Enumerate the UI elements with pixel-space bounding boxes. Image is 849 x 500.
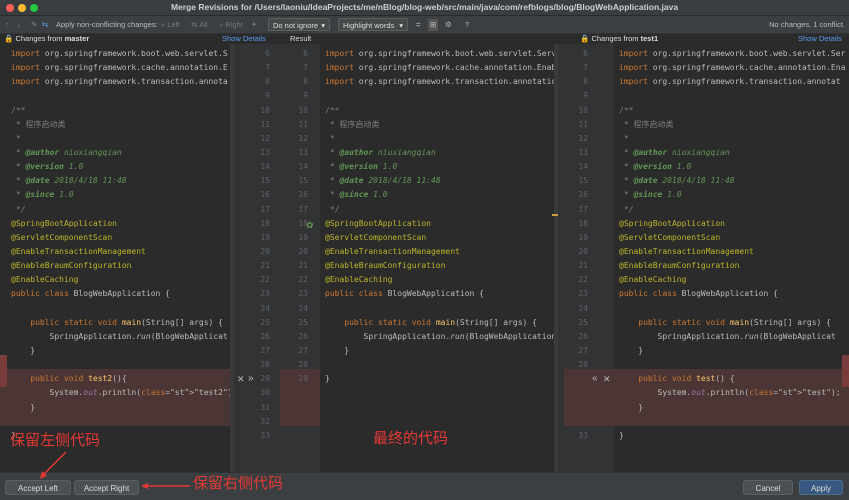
annotation-arrows: [40, 451, 190, 489]
arrow-head: [141, 483, 148, 489]
arrow-to-accept-left: [41, 451, 67, 477]
